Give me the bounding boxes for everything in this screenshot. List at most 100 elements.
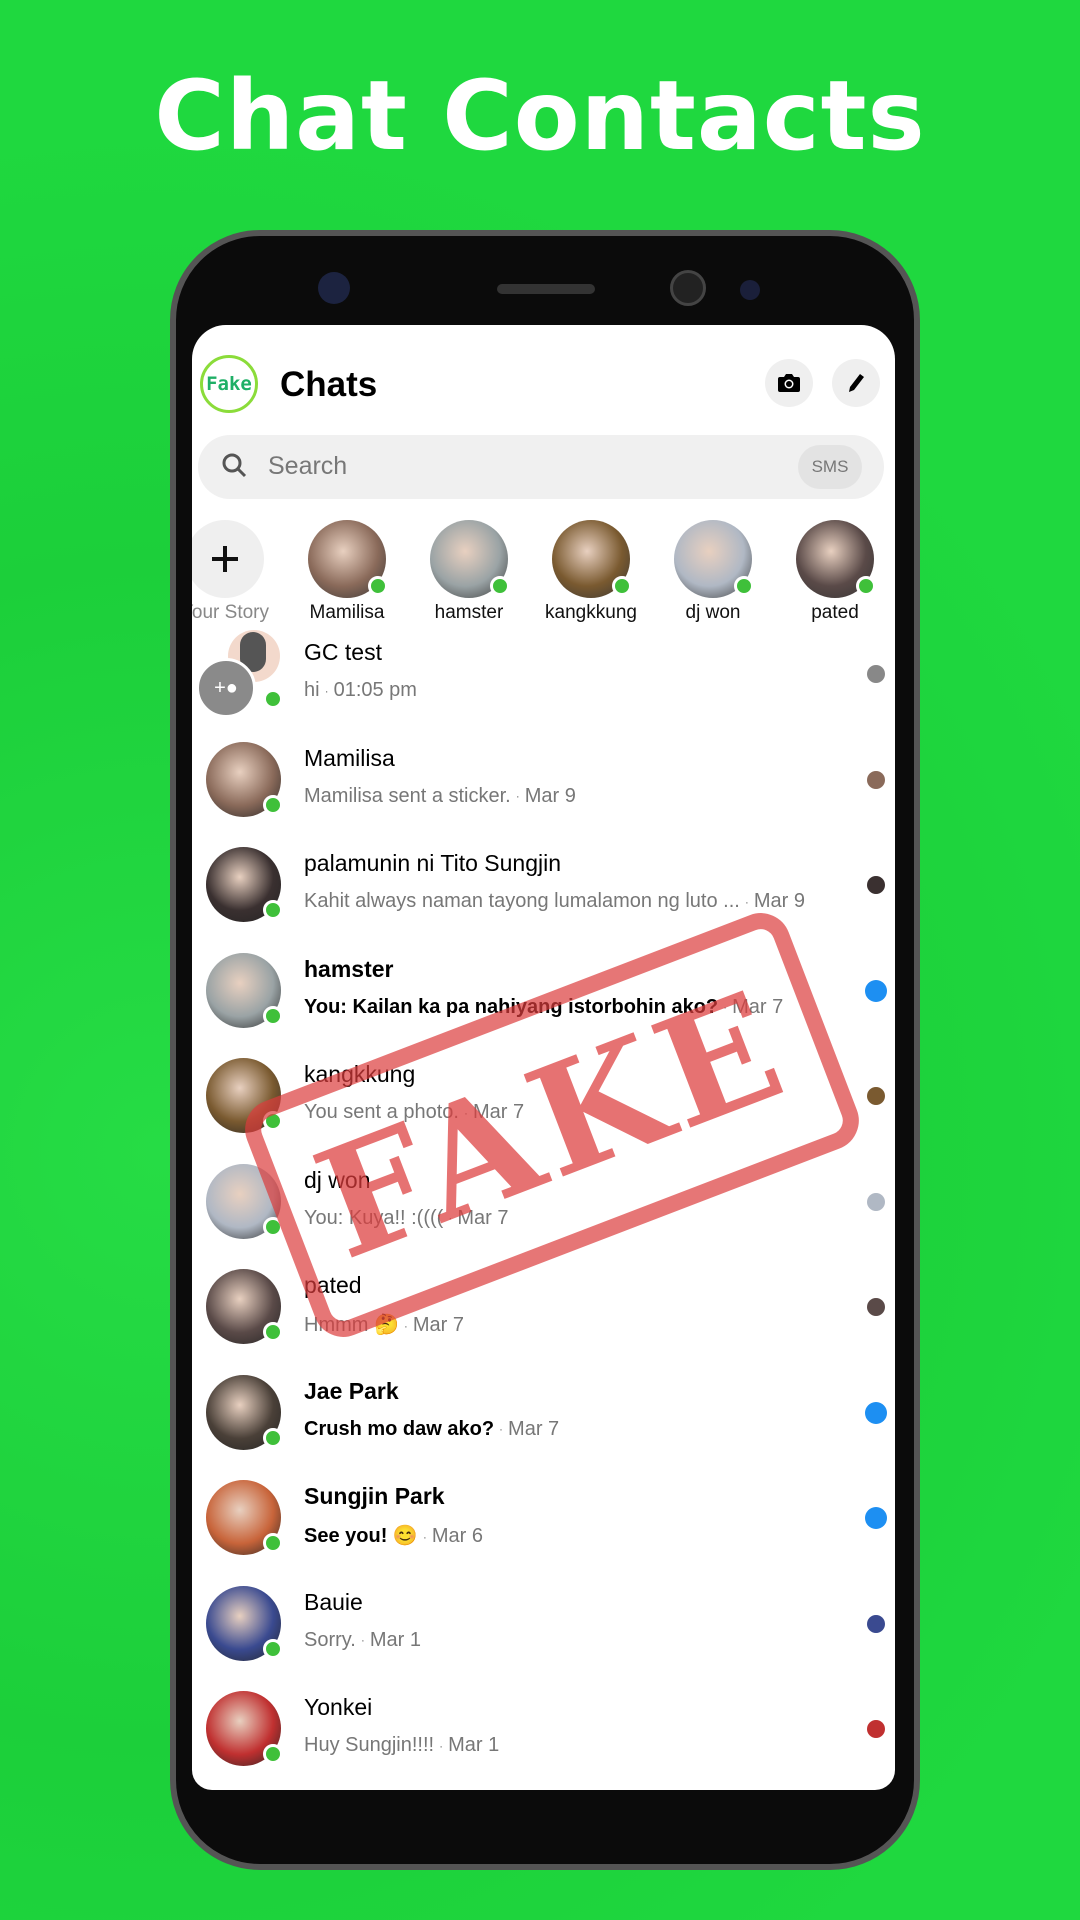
chat-preview: Mamilisa sent a sticker. · Mar 9 — [304, 785, 576, 808]
online-indicator — [368, 576, 388, 596]
chat-preview: hi · 01:05 pm — [304, 679, 417, 702]
chat-row[interactable]: Bauie Sorry. · Mar 1 — [192, 1575, 895, 1680]
online-indicator — [263, 900, 283, 920]
separator: · — [723, 1000, 728, 1015]
chat-row[interactable]: pated Hmmm 🤔 · Mar 7 — [192, 1258, 895, 1363]
story-label: kangkkung — [545, 602, 637, 623]
chat-preview: Hmmm 🤔 · Mar 7 — [304, 1312, 464, 1337]
chat-name: pated — [304, 1272, 362, 1298]
app-header: Fake Chats — [192, 325, 895, 435]
message-time: Mar 7 — [472, 1101, 525, 1123]
chat-row[interactable]: palamunin ni Tito Sungjin Kahit always na… — [192, 836, 895, 941]
chat-row[interactable]: Yonkei Huy Sungjin!!!! · Mar 1 — [192, 1680, 895, 1785]
plus-icon — [212, 546, 238, 572]
message-time: Mar 7 — [457, 1206, 509, 1229]
unread-indicator — [865, 1507, 887, 1529]
online-indicator — [263, 689, 283, 709]
chat-preview: Sorry. · Mar 1 — [304, 1629, 421, 1652]
message-text: You sent a photo. — [304, 1101, 459, 1123]
avatar — [552, 520, 632, 598]
add-story-button[interactable] — [192, 520, 264, 598]
story-item[interactable]: dj won — [653, 520, 773, 624]
online-indicator — [263, 1005, 283, 1026]
compose-button[interactable] — [832, 359, 880, 407]
online-indicator — [263, 1111, 283, 1131]
avatar — [206, 1374, 283, 1450]
message-text: Kahit always naman tayong lumalamon ng l… — [304, 890, 740, 912]
online-indicator — [263, 1216, 283, 1237]
banner-title: Chat Contacts — [154, 60, 926, 172]
message-text: Sorry. — [304, 1628, 356, 1651]
message-time: Mar 6 — [431, 1525, 483, 1547]
add-member-icon: +● — [196, 658, 256, 718]
message-time: Mar 1 — [369, 1628, 421, 1651]
chat-preview: Crush mo daw ako? · Mar 7 — [304, 1418, 559, 1441]
message-text: See you! 😊 — [304, 1525, 418, 1547]
seen-avatar — [867, 1614, 885, 1633]
chat-name: dj won — [304, 1166, 371, 1193]
story-label: hamster — [434, 602, 504, 623]
online-indicator — [263, 1533, 283, 1553]
unread-indicator — [865, 979, 887, 1002]
chat-row[interactable]: Sungjin Park See you! 😊 · Mar 6 — [192, 1469, 895, 1574]
seen-avatar — [867, 1298, 885, 1316]
avatar — [308, 520, 388, 598]
profile-logo[interactable]: Fake — [200, 355, 258, 413]
chat-row[interactable]: hamster You: Kailan ka pa nahiyang istorb… — [192, 942, 895, 1047]
separator: · — [515, 789, 520, 804]
avatar — [206, 952, 283, 1028]
message-time: Mar 7 — [412, 1314, 465, 1336]
chat-name: kangkkung — [304, 1061, 416, 1087]
avatar — [206, 1691, 283, 1766]
stories-row: Your Story Mamilisa hamster kangkkung dj won… — [192, 520, 895, 623]
message-text: hi — [304, 679, 320, 701]
story-item[interactable]: kangkkung — [531, 520, 651, 624]
chat-name: Sungjin Park — [304, 1483, 445, 1509]
chat-name: palamunin ni Tito Sungjin — [304, 850, 561, 876]
camera-button[interactable] — [765, 359, 813, 407]
separator: · — [439, 1738, 444, 1753]
chat-name: Yonkei — [304, 1694, 373, 1720]
search-input[interactable]: Search SMS — [198, 435, 884, 499]
chat-preview: You: Kuya!! :((((· Mar 7 — [304, 1207, 508, 1230]
story-item[interactable]: pated — [775, 520, 895, 624]
separator: · — [448, 1211, 453, 1226]
chat-name: Jae Park — [304, 1377, 399, 1404]
online-indicator — [263, 1322, 283, 1342]
message-text: Crush mo daw ako? — [304, 1417, 495, 1440]
avatar — [206, 1163, 283, 1239]
avatar — [206, 1480, 283, 1555]
chat-preview: Kahit always naman tayong lumalamon ng l… — [304, 890, 805, 913]
avatar — [206, 1269, 283, 1344]
chat-preview: You sent a photo. · Mar 7 — [304, 1101, 524, 1124]
pencil-icon — [849, 374, 864, 392]
seen-avatar — [867, 876, 885, 894]
story-label: Your Story — [192, 602, 269, 623]
message-text: Huy Sungjin!!!! — [304, 1734, 435, 1756]
chat-row[interactable]: Jae Park Crush mo daw ako? · Mar 7 — [192, 1364, 895, 1469]
chat-row[interactable]: +● GC test hi · 01:05 pm — [192, 625, 895, 730]
avatar — [430, 520, 510, 598]
chat-row[interactable]: dj won You: Kuya!! :((((· Mar 7 — [192, 1153, 895, 1258]
seen-avatar — [867, 1720, 885, 1738]
sensor-icon — [318, 272, 350, 304]
separator: · — [499, 1422, 504, 1437]
online-indicator — [263, 1427, 283, 1448]
story-label: Mamilisa — [309, 602, 385, 623]
chat-name: Mamilisa — [304, 744, 395, 771]
separator: · — [422, 1529, 427, 1544]
story-item[interactable]: Mamilisa — [287, 520, 407, 624]
online-indicator — [490, 576, 510, 596]
sms-button[interactable]: SMS — [798, 445, 862, 489]
story-label: pated — [811, 602, 859, 623]
separator: · — [403, 1318, 408, 1333]
chat-row[interactable]: Mamilisa Mamilisa sent a sticker. · Mar 9 — [192, 731, 895, 836]
message-text: Mamilisa sent a sticker. — [304, 784, 511, 807]
search-placeholder: Search — [268, 452, 348, 480]
page-title: Chats — [280, 365, 378, 404]
chat-preview: See you! 😊 · Mar 6 — [304, 1523, 483, 1548]
chat-row[interactable]: kangkkung You sent a photo. · Mar 7 — [192, 1047, 895, 1152]
story-item[interactable]: hamster — [409, 520, 529, 624]
chat-name: GC test — [304, 639, 382, 665]
story-item[interactable]: Your Story — [192, 520, 285, 624]
